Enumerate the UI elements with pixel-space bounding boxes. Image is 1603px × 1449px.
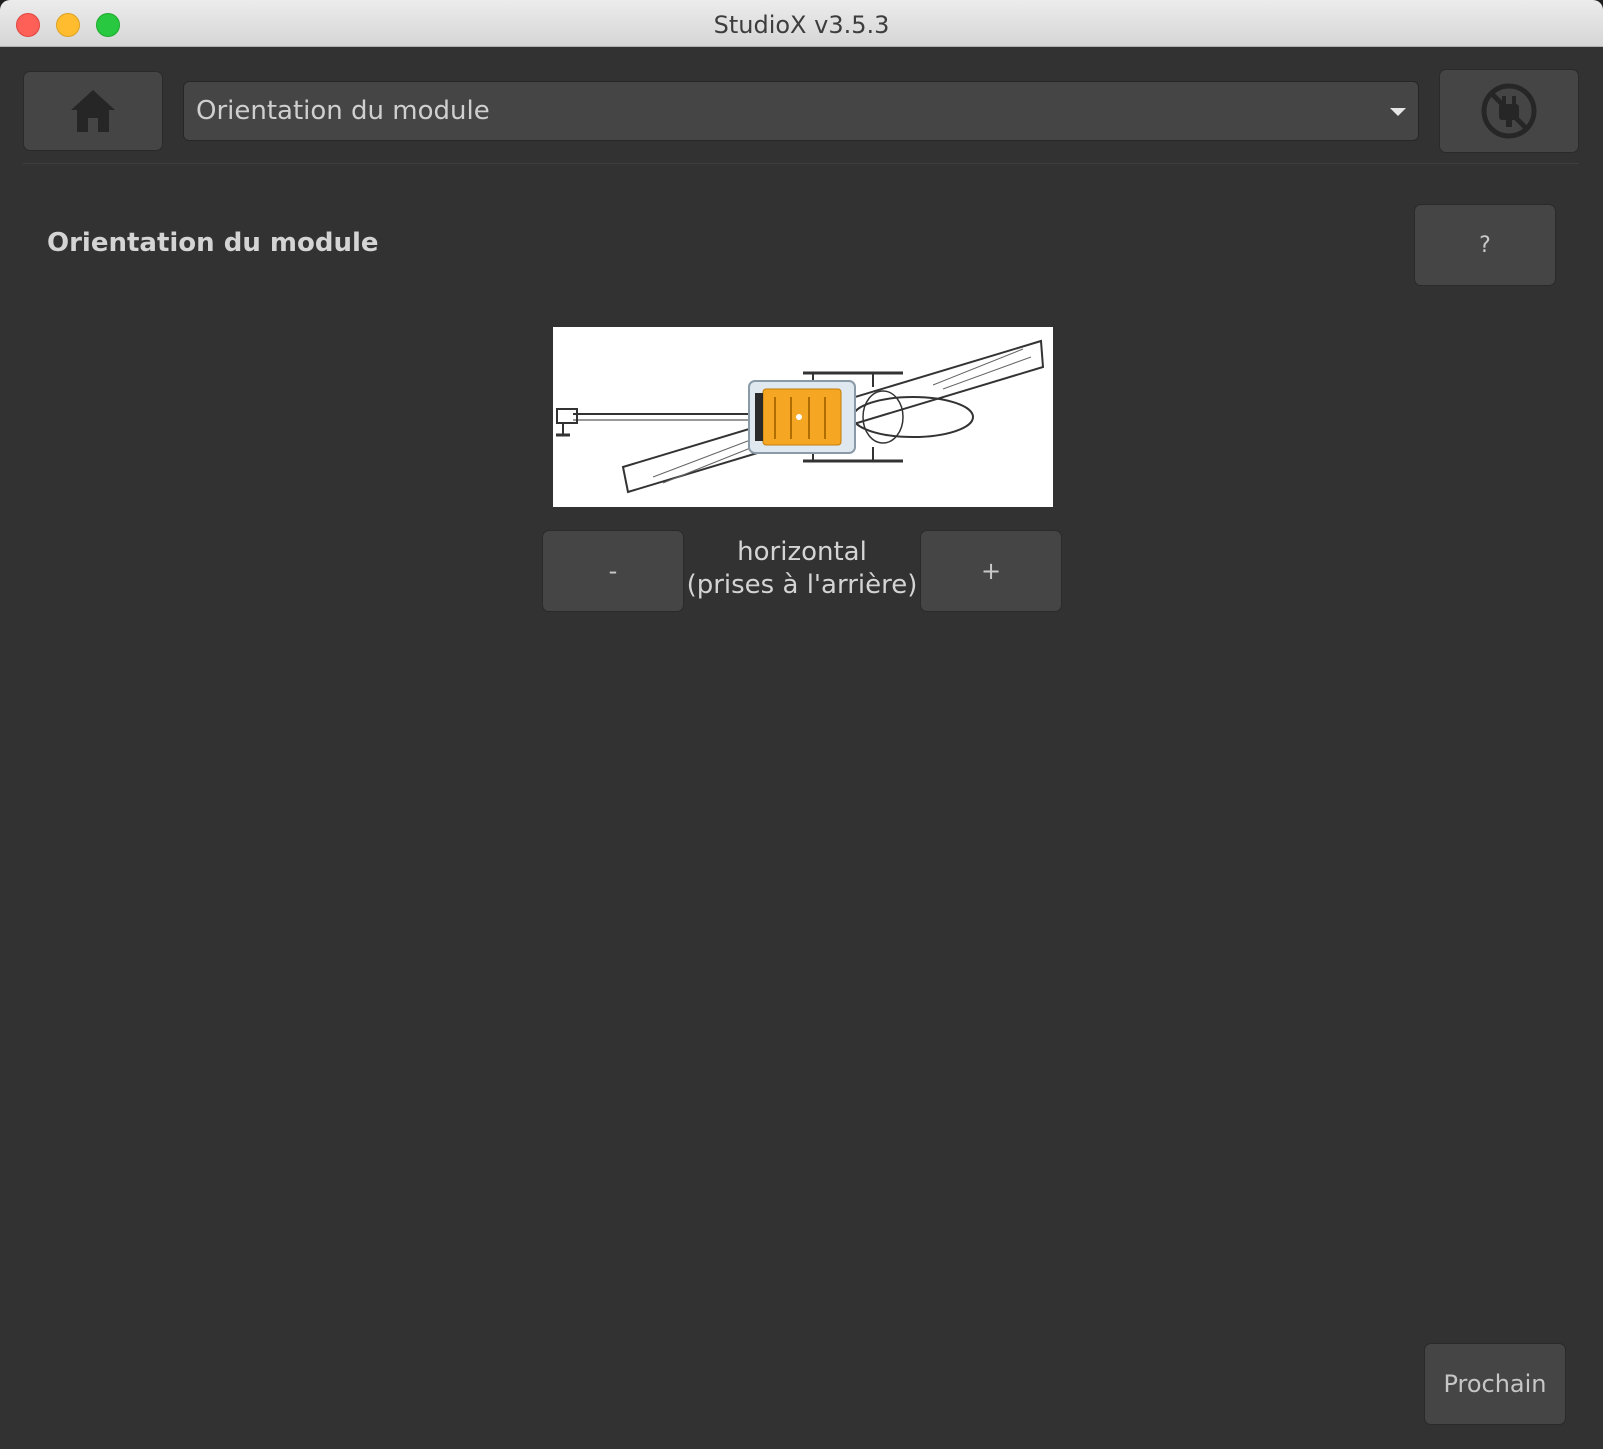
home-button[interactable]	[23, 71, 163, 151]
section-title: Orientation du module	[47, 228, 379, 258]
helicopter-module-illustration	[556, 339, 1045, 494]
next-button[interactable]: Prochain	[1424, 1343, 1566, 1425]
title-bar[interactable]: StudioX v3.5.3	[0, 0, 1603, 47]
page-select-value: Orientation du module	[196, 96, 490, 126]
window-title: StudioX v3.5.3	[713, 11, 890, 39]
orientation-illustration	[553, 327, 1053, 507]
increment-orientation-button[interactable]: +	[920, 530, 1062, 612]
toolbar-divider	[23, 163, 1579, 164]
orientation-value: horizontal (prises à l'arrière)	[684, 536, 920, 602]
decrement-orientation-button[interactable]: -	[542, 530, 684, 612]
page-select-dropdown[interactable]: Orientation du module	[183, 81, 1419, 141]
app-window: StudioX v3.5.3 Orientation du module Ori…	[0, 0, 1603, 1449]
orientation-value-line2: (prises à l'arrière)	[686, 570, 918, 600]
home-icon	[71, 90, 115, 132]
help-button[interactable]: ?	[1414, 204, 1556, 286]
connection-status-button[interactable]	[1439, 69, 1579, 153]
chevron-down-icon	[1390, 108, 1406, 116]
disconnected-plug-icon	[1481, 83, 1537, 139]
orientation-value-line1: horizontal	[737, 537, 867, 567]
